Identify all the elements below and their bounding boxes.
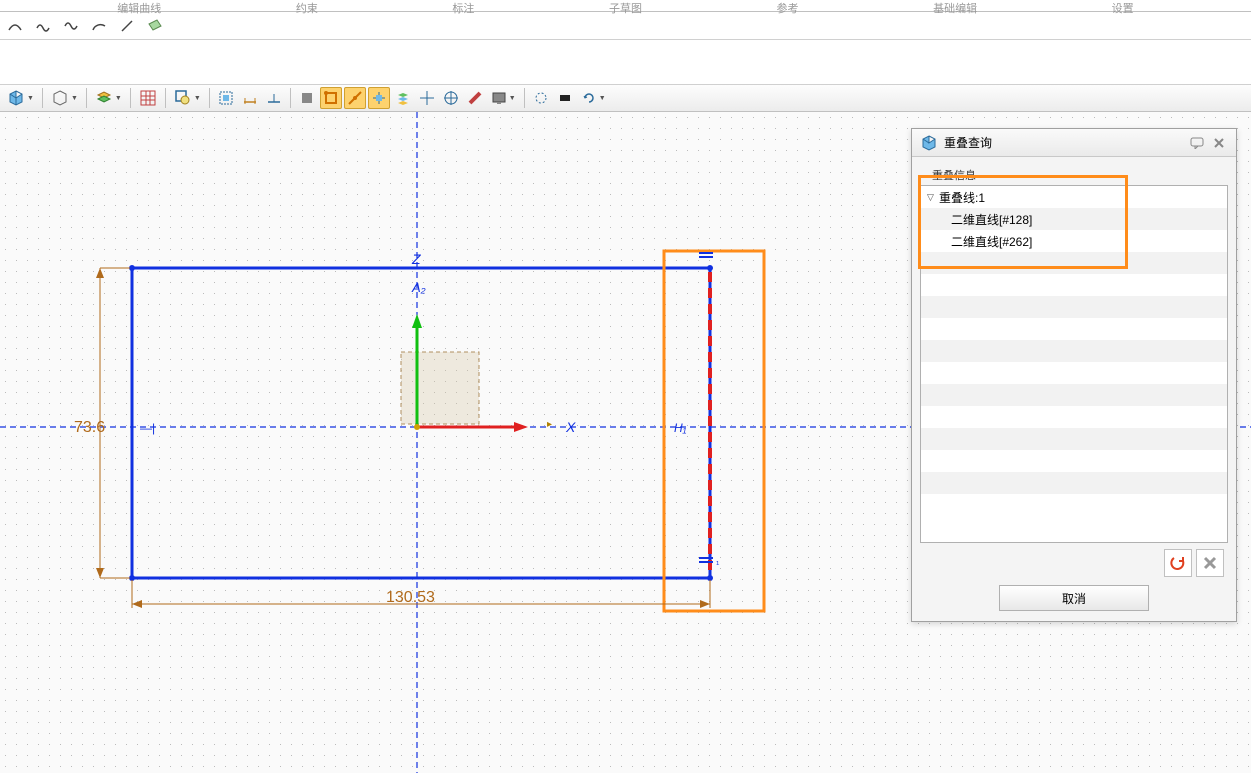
origin-label: A₂ (411, 280, 426, 295)
monitor-tool[interactable]: ▼ (488, 87, 519, 109)
tree-empty-row (921, 296, 1227, 318)
ribbon-group-edit-curve: 编辑曲线 (97, 0, 181, 11)
vdim-tool[interactable] (263, 87, 285, 109)
tree-item[interactable]: 二维直线[#262] (921, 230, 1227, 252)
tree-empty-row (921, 362, 1227, 384)
group-label: 重叠信息 (932, 167, 1228, 183)
tree-item-label: 二维直线[#262] (951, 233, 1032, 250)
tree-empty-row (921, 450, 1227, 472)
grid-tool[interactable] (136, 87, 160, 109)
spline-tool[interactable] (32, 15, 54, 37)
tree-empty-row (921, 318, 1227, 340)
ribbon-group-labels: 编辑曲线 约束 标注 子草图 参考 基础编辑 设置 (0, 0, 1251, 12)
view-cube[interactable]: ▼ (4, 87, 37, 109)
slash-tool[interactable] (464, 87, 486, 109)
svg-text:▸: ▸ (547, 419, 552, 430)
target-tool[interactable] (440, 87, 462, 109)
solid-square[interactable] (554, 87, 576, 109)
z-axis-label: Z (411, 251, 421, 267)
constraint-marker-top (699, 253, 713, 257)
snap-mid[interactable] (344, 87, 366, 109)
ribbon-group-settings: 设置 (1092, 0, 1154, 11)
delete-button[interactable] (1196, 549, 1224, 577)
tree-empty-row (921, 406, 1227, 428)
tree-empty-row (921, 274, 1227, 296)
close-icon[interactable] (1210, 134, 1228, 152)
fill-tool[interactable] (296, 87, 318, 109)
tree-empty-row (921, 384, 1227, 406)
chevron-down-icon[interactable]: ▽ (927, 192, 939, 203)
arc3-tool[interactable] (88, 15, 110, 37)
overlap-query-panel: 重叠查询 重叠信息 ▽ 重叠线:1 二维直线[#128] 二维直线[#262] (911, 128, 1237, 622)
x-axis-label: X (565, 419, 576, 435)
tree-empty-row (921, 340, 1227, 362)
line-tool[interactable] (116, 15, 138, 37)
refresh-button[interactable] (1164, 549, 1192, 577)
hdim-tool[interactable] (239, 87, 261, 109)
ribbon-group-constraint: 约束 (276, 0, 338, 11)
ribbon-group-basic-edit: 基础编辑 (913, 0, 997, 11)
ribbon-group-annotate: 标注 (432, 0, 494, 11)
tree-item[interactable]: 二维直线[#128] (921, 208, 1227, 230)
tree-empty-row (921, 428, 1227, 450)
tree-empty-row (921, 494, 1227, 516)
quick-access-toolbar (0, 12, 1251, 40)
select-window[interactable] (215, 87, 237, 109)
wireframe-cube[interactable]: ▼ (48, 87, 81, 109)
tree-root-label: 重叠线:1 (939, 189, 985, 206)
svg-text:H₁: H₁ (674, 421, 687, 435)
ribbon-group-reference: 参考 (757, 0, 819, 11)
dim-vertical-value[interactable]: 73.6 (74, 419, 105, 436)
svg-text:—|: —| (140, 421, 155, 435)
crosshair-tool[interactable] (416, 87, 438, 109)
ribbon-group-subsketch: 子草图 (589, 0, 662, 11)
overlap-tree[interactable]: ▽ 重叠线:1 二维直线[#128] 二维直线[#262] (920, 185, 1228, 543)
surface-tool[interactable] (144, 15, 166, 37)
tree-empty-row (921, 472, 1227, 494)
panel-title: 重叠查询 (944, 134, 1184, 151)
rotate-tool[interactable]: ▼ (578, 87, 609, 109)
panel-header[interactable]: 重叠查询 (912, 129, 1236, 157)
arc-tool[interactable] (4, 15, 26, 37)
zoom-window[interactable]: ▼ (171, 87, 204, 109)
layers-iso[interactable] (392, 87, 414, 109)
cancel-button[interactable]: 取消 (999, 585, 1149, 611)
main-toolbar: ▼ ▼ ▼ ▼ ▼ ▼ (0, 84, 1251, 112)
tree-root-row[interactable]: ▽ 重叠线:1 (921, 186, 1227, 208)
dim-horizontal-value[interactable]: 130.53 (386, 589, 435, 606)
snap-center[interactable] (368, 87, 390, 109)
wave-tool[interactable] (60, 15, 82, 37)
tree-item-label: 二维直线[#128] (951, 211, 1032, 228)
snap-end[interactable] (320, 87, 342, 109)
svg-text:₁: ₁ (716, 556, 720, 567)
layers-tool[interactable]: ▼ (92, 87, 125, 109)
feedback-icon[interactable] (1188, 134, 1206, 152)
cube-icon (920, 134, 938, 152)
tree-empty-row (921, 252, 1227, 274)
dashed-circle[interactable] (530, 87, 552, 109)
